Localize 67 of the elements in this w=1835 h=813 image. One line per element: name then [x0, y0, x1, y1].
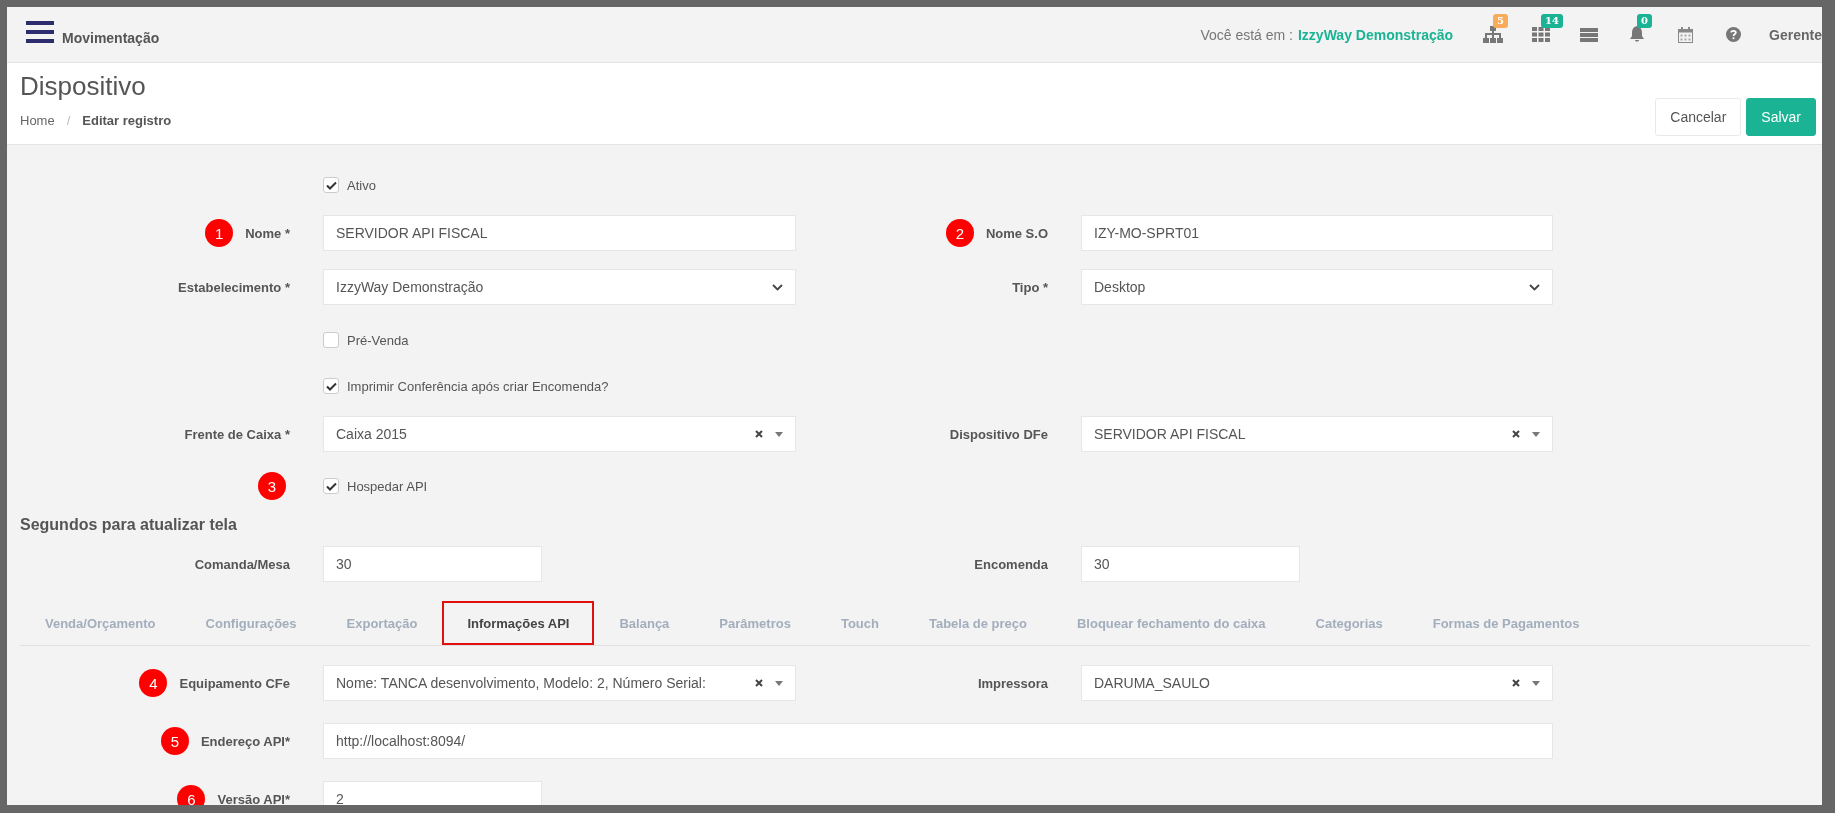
- step-marker: 2: [945, 219, 974, 247]
- field-label: Estabelecimento *: [178, 279, 290, 295]
- combo-field[interactable]: DARUMA_SAULO: [1081, 665, 1553, 701]
- field-label: Comanda/Mesa: [194, 556, 290, 572]
- field-label: Versão API*: [217, 791, 290, 805]
- number-input[interactable]: 30: [1081, 546, 1300, 582]
- clear-icon[interactable]: [1512, 679, 1520, 687]
- check-icon: [325, 481, 337, 491]
- check-icon: [325, 180, 337, 190]
- module-title: Movimentação: [62, 29, 160, 46]
- count-badge: 14: [1541, 13, 1563, 28]
- chevron-down-icon[interactable]: [1529, 283, 1540, 291]
- caret-icon[interactable]: [1532, 431, 1540, 437]
- step-marker: 1: [205, 219, 234, 247]
- count-badge: 0: [1637, 13, 1653, 28]
- chevron-down-icon[interactable]: [772, 283, 783, 291]
- field-label: Encomenda: [974, 556, 1048, 572]
- text-input[interactable]: http://localhost:8094/: [323, 723, 1553, 759]
- page-title: Dispositivo: [20, 71, 147, 101]
- combo-field[interactable]: Caixa 2015: [323, 416, 796, 452]
- field-label: Endereço API*: [200, 733, 290, 749]
- count-badge: 5: [1493, 13, 1509, 28]
- select-field[interactable]: IzzyWay Demonstração: [323, 269, 796, 305]
- checkbox-option[interactable]: Pré-Venda: [323, 332, 796, 348]
- checkbox-option[interactable]: Imprimir Conferência após criar Encomenda?: [323, 378, 796, 394]
- server-icon[interactable]: [1580, 27, 1599, 42]
- select-field[interactable]: Desktop: [1081, 269, 1553, 305]
- help-icon[interactable]: [1725, 27, 1741, 42]
- step-marker: 4: [139, 669, 168, 697]
- text-input[interactable]: IZY-MO-SPRT01: [1081, 215, 1553, 251]
- step-marker: 6: [177, 785, 206, 805]
- check-icon: [325, 381, 337, 391]
- grid-icon[interactable]: [1532, 27, 1551, 42]
- combo-field[interactable]: SERVIDOR API FISCAL: [1081, 416, 1553, 452]
- field-label: Impressora: [977, 675, 1048, 691]
- field-label: Dispositivo DFe: [949, 426, 1048, 442]
- clear-icon[interactable]: [755, 679, 763, 687]
- checkbox-option[interactable]: Hospedar API: [323, 478, 796, 494]
- number-input[interactable]: 2: [323, 781, 542, 805]
- combo-field[interactable]: Nome: TANCA desenvolvimento, Modelo: 2, Número Serial:: [323, 665, 796, 701]
- section-heading: Segundos para atualizar tela: [19, 515, 238, 535]
- calendar-icon[interactable]: [1677, 26, 1693, 43]
- checkbox-option[interactable]: Ativo: [323, 177, 796, 193]
- context-label: Você está em :: [1200, 26, 1293, 43]
- breadcrumb-separator: /: [66, 113, 71, 128]
- caret-icon[interactable]: [1532, 680, 1540, 686]
- field-label: Frente de Caixa *: [184, 426, 290, 442]
- cancel-button[interactable]: Cancelar: [1655, 98, 1742, 136]
- breadcrumb-link[interactable]: Home: [20, 113, 55, 128]
- caret-icon[interactable]: [775, 680, 783, 686]
- step-marker: 3: [258, 472, 286, 500]
- sitemap-icon[interactable]: [1483, 26, 1504, 43]
- bell-icon[interactable]: [1629, 26, 1646, 43]
- user-menu[interactable]: Gerente: [1769, 26, 1822, 43]
- tab[interactable]: Informações API: [442, 601, 595, 645]
- field-label: Nome S.O: [985, 225, 1048, 241]
- number-input[interactable]: 30: [323, 546, 542, 582]
- clear-icon[interactable]: [755, 430, 763, 438]
- menu-icon[interactable]: [26, 20, 54, 43]
- caret-icon[interactable]: [775, 431, 783, 437]
- step-marker: 5: [160, 727, 189, 755]
- clear-icon[interactable]: [1512, 430, 1520, 438]
- text-input[interactable]: SERVIDOR API FISCAL: [323, 215, 796, 251]
- breadcrumb-current: Editar registro: [82, 113, 172, 128]
- field-label: Nome *: [245, 225, 290, 241]
- field-label: Equipamento CFe: [179, 675, 290, 691]
- field-label: Tipo *: [1012, 279, 1048, 295]
